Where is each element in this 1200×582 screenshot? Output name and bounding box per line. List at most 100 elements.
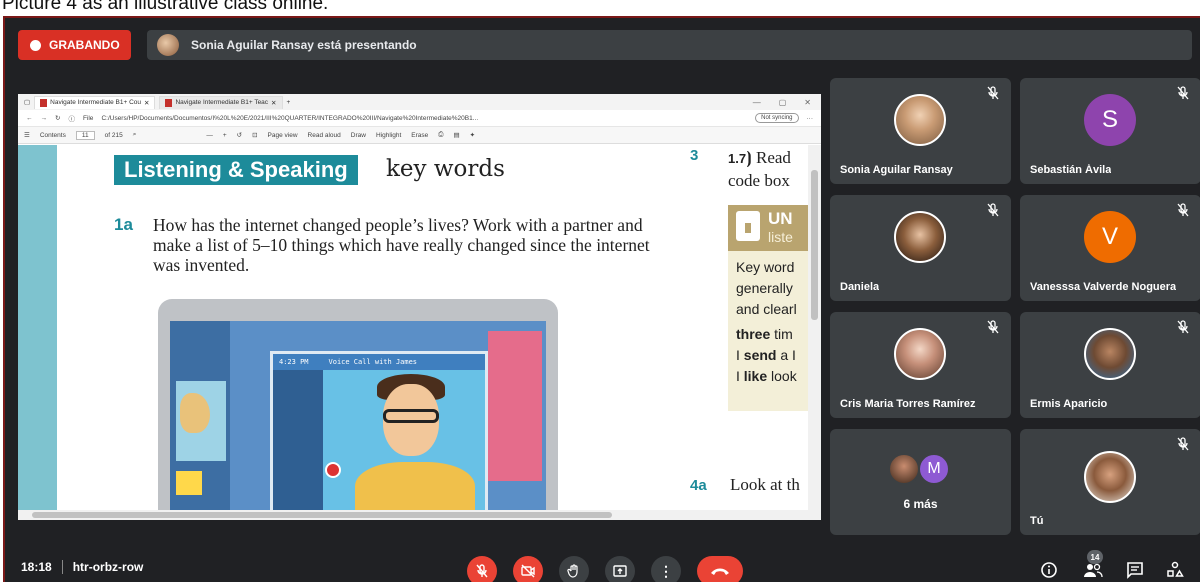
page-total: of 215: [104, 131, 123, 139]
participant-tile[interactable]: S Sebastián Ávila: [1020, 78, 1200, 184]
participant-avatar: [894, 94, 946, 146]
activities-button[interactable]: [1165, 560, 1185, 580]
participant-name: Cris Maria Torres Ramírez: [840, 398, 976, 410]
address-bar: ← → ↻ ⓘ File C:/Users/HP/Documents/Docum…: [18, 110, 821, 127]
participant-avatar: [894, 328, 946, 380]
chat-button[interactable]: [1125, 560, 1145, 580]
mic-off-icon: [1177, 203, 1189, 217]
participant-tile-self[interactable]: Tú: [1020, 429, 1200, 535]
key-line: look: [767, 368, 797, 384]
participant-avatar: [894, 211, 946, 263]
activities-icon: [1167, 561, 1184, 577]
mic-off-icon: [476, 564, 488, 578]
browser-tab-strip: ▢ Navigate Intermediate B1+ Cou ✕ Naviga…: [18, 94, 821, 110]
leave-call-button[interactable]: [697, 556, 743, 582]
save-icon: ▤: [453, 132, 460, 139]
search-icon: ⌕: [132, 131, 137, 138]
raise-hand-button[interactable]: [559, 556, 589, 582]
audio-track: 1.7: [728, 151, 747, 166]
participant-name: Ermis Aparicio: [1030, 398, 1108, 410]
more-icon: ···: [806, 114, 814, 122]
more-participants-tile[interactable]: M 6 más: [830, 429, 1011, 535]
browser-tab: Navigate Intermediate B1+ Teac ✕: [159, 95, 283, 109]
window-controls: — ▢ ✕: [753, 98, 821, 107]
file-label: File: [82, 114, 94, 122]
meeting-details-button[interactable]: [1039, 560, 1059, 580]
maximize-icon: ▢: [778, 97, 787, 107]
more-options-button[interactable]: ⋮: [651, 556, 681, 582]
participant-name: Vanesssa Valverde Noguera: [1030, 281, 1177, 293]
exercise-number: 1a: [114, 215, 133, 234]
presenting-banner: Sonia Aguilar Ransay está presentando: [147, 30, 1192, 60]
horizontal-scroll-thumb: [32, 512, 612, 518]
zoom-out-icon: —: [206, 131, 213, 139]
exercise-text: How has the internet changed people’s li…: [153, 215, 650, 275]
recording-label: GRABANDO: [49, 38, 120, 52]
mic-off-icon: [1177, 437, 1189, 451]
call-window: 4:23 PM Voice Call with James: [270, 351, 488, 520]
page-number: 11: [75, 130, 95, 140]
print-icon: ⎙: [438, 131, 444, 138]
participant-avatar: [1084, 328, 1136, 380]
close-icon: ✕: [804, 97, 811, 107]
camera-toggle-button[interactable]: [513, 556, 543, 582]
people-icon: [1084, 563, 1103, 578]
pdf-icon: [165, 98, 173, 107]
recording-dot-icon: [30, 39, 41, 51]
unlock-subtitle: liste: [768, 229, 793, 245]
tab-actions-icon: ▢: [24, 99, 31, 106]
mic-toggle-button[interactable]: [467, 556, 497, 582]
zoom-icon: [176, 471, 202, 495]
pdf-page: Listening & Speaking key words 1a How ha…: [18, 145, 821, 520]
participant-avatar: [1084, 451, 1136, 503]
participant-tile[interactable]: Sonia Aguilar Ransay: [830, 78, 1011, 184]
browser-tab-label: Navigate Intermediate B1+ Teac: [175, 99, 269, 106]
hang-up-icon: [711, 568, 729, 575]
erase-label: Erase: [411, 131, 429, 139]
page-view-label: Page view: [267, 131, 298, 139]
draw-label: Draw: [350, 131, 366, 139]
hand-icon: [567, 564, 578, 578]
close-icon: ✕: [271, 99, 277, 107]
present-button[interactable]: [605, 556, 635, 582]
person-glasses: [383, 409, 439, 423]
new-tab-icon: +: [286, 98, 291, 106]
contents-icon: ☰: [24, 132, 30, 139]
close-icon: ✕: [144, 99, 150, 107]
clock-time: 18:18: [21, 560, 52, 574]
pin-icon: ✦: [469, 132, 476, 139]
browser-tab: Navigate Intermediate B1+ Cou ✕: [34, 95, 156, 109]
mic-off-icon: [1177, 86, 1189, 100]
mic-off-icon: [987, 203, 999, 217]
key-line: tim: [770, 326, 793, 342]
participant-name: Tú: [1030, 515, 1044, 527]
vertical-scroll-thumb: [811, 170, 818, 320]
info-icon: [1041, 562, 1057, 578]
section-badge: Listening & Speaking: [114, 155, 358, 185]
section-subtitle: key words: [386, 156, 505, 182]
participant-tile[interactable]: V Vanesssa Valverde Noguera: [1020, 195, 1200, 301]
pdf-icon: [40, 98, 48, 107]
participant-avatar: S: [1084, 94, 1136, 146]
exercise-text: Look at th: [730, 475, 800, 494]
people-button[interactable]: [1083, 560, 1103, 580]
presenter-avatar: [157, 34, 179, 56]
call-time: 4:23 PM: [279, 358, 309, 366]
map-land: [180, 393, 210, 433]
key-line: I: [736, 347, 744, 363]
exercise-line: code box: [728, 171, 790, 190]
mic-off-icon: [987, 86, 999, 100]
key-line: I: [736, 368, 744, 384]
participant-tile[interactable]: Cris Maria Torres Ramírez: [830, 312, 1011, 418]
recording-indicator[interactable]: GRABANDO: [18, 30, 131, 60]
participant-name: Daniela: [840, 281, 880, 293]
forward-icon: →: [40, 114, 48, 122]
exercise-text: 1.7⦘ Read code box: [728, 147, 791, 192]
participant-tile[interactable]: Ermis Aparicio: [1020, 312, 1200, 418]
meeting-info: 18:18 htr-orbz-row: [21, 560, 143, 574]
more-participants-label: 6 más: [903, 497, 938, 511]
call-header: 4:23 PM Voice Call with James: [273, 354, 485, 370]
participant-tile[interactable]: Daniela: [830, 195, 1011, 301]
participant-avatar: V: [1084, 211, 1136, 263]
laptop-illustration: 4:23 PM Voice Call with James: [158, 299, 558, 520]
